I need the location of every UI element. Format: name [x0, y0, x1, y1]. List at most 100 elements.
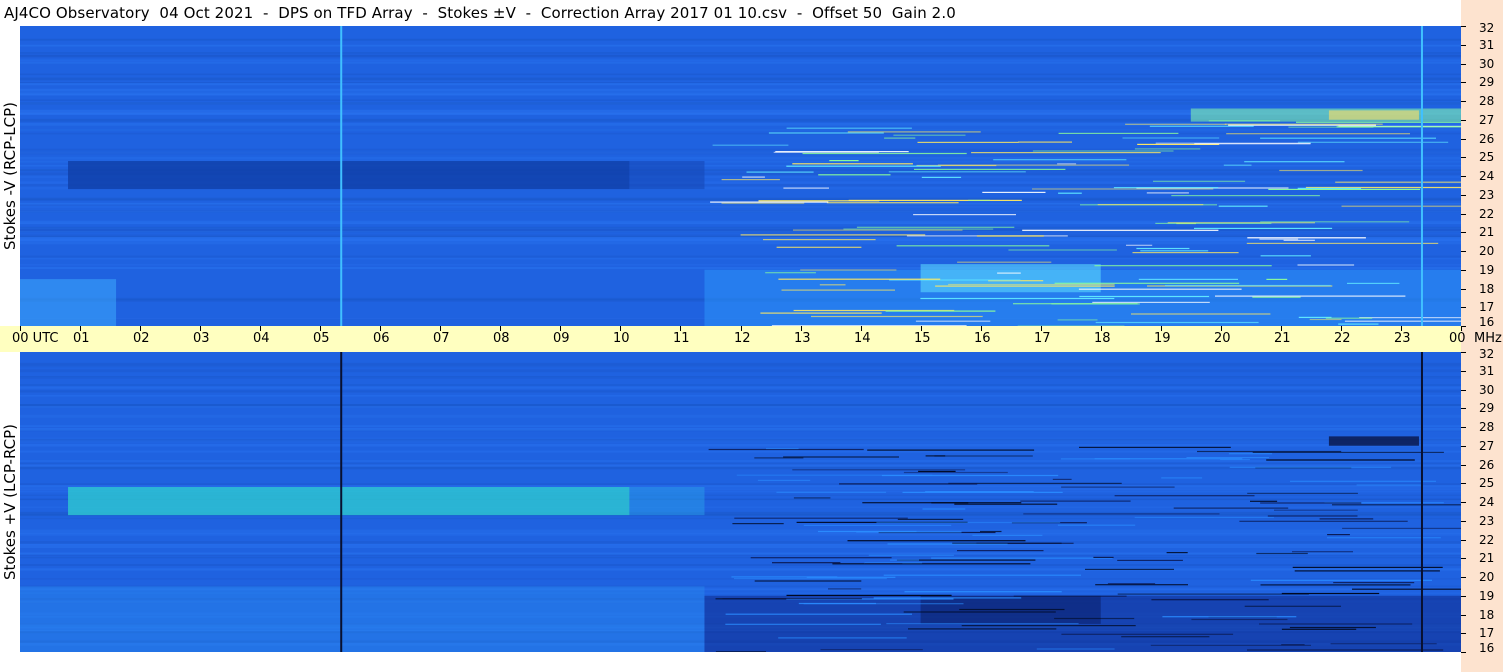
texture-row	[20, 427, 1461, 431]
time-tick-label: 16	[974, 331, 991, 346]
texture-row	[20, 255, 1461, 257]
interference-streak	[1252, 451, 1444, 453]
frequency-tick-mark	[1461, 195, 1466, 196]
interference-streak	[1260, 502, 1362, 504]
interference-streak	[847, 540, 1026, 542]
interference-streak	[1244, 605, 1341, 607]
spectrogram-svg	[20, 26, 1461, 326]
interference-streak	[934, 455, 1033, 457]
frequency-tick-label: 16	[1479, 315, 1495, 329]
time-tick-label: 01	[73, 331, 90, 346]
emission-band	[20, 279, 117, 326]
interference-streak	[1061, 633, 1234, 635]
chart-title: AJ4CO Observatory 04 Oct 2021 - DPS on T…	[4, 4, 956, 22]
texture-row	[20, 364, 1461, 368]
time-tick-label: 21	[1274, 331, 1291, 346]
interference-streak	[811, 315, 983, 318]
interference-streak	[993, 159, 1127, 161]
interference-streak	[721, 202, 805, 204]
interference-streak	[1117, 559, 1183, 561]
interference-streak	[1186, 457, 1269, 459]
frequency-tick-label: 30	[1479, 57, 1495, 71]
interference-streak	[843, 228, 994, 230]
interference-streak	[1342, 527, 1461, 529]
texture-row	[20, 148, 1461, 151]
interference-streak	[1224, 123, 1383, 125]
vertical-interference-line	[340, 352, 343, 652]
interference-streak	[884, 137, 916, 139]
time-tick-label: 12	[734, 331, 751, 346]
interference-streak	[957, 550, 1044, 552]
interference-streak	[778, 278, 941, 280]
interference-streak	[1092, 301, 1210, 303]
texture-row	[20, 99, 1461, 102]
frequency-tick-mark	[1461, 427, 1466, 428]
interference-streak	[959, 608, 1065, 611]
interference-streak	[890, 559, 919, 561]
frequency-tick-label: 17	[1479, 626, 1495, 640]
texture-row	[20, 61, 1461, 64]
frequency-tick-label: 22	[1479, 207, 1495, 221]
interference-streak	[732, 523, 784, 525]
texture-row	[20, 534, 1461, 536]
time-tick-label: 11	[673, 331, 690, 346]
interference-streak	[803, 524, 952, 526]
interference-streak	[1191, 618, 1288, 621]
time-tick-label: 17	[1034, 331, 1051, 346]
texture-row	[20, 237, 1461, 239]
interference-streak	[873, 597, 1022, 599]
interference-streak	[1247, 649, 1444, 651]
interference-streak	[1161, 477, 1203, 479]
frequency-tick-mark	[1461, 577, 1466, 578]
interference-streak	[1155, 142, 1311, 144]
interference-streak	[746, 171, 814, 173]
texture-row	[20, 564, 1461, 566]
interference-streak	[1061, 486, 1175, 488]
time-tick-label: 04	[253, 331, 270, 346]
frequency-tick-label: 24	[1479, 495, 1495, 509]
emission-band	[68, 487, 630, 516]
interference-streak	[763, 239, 876, 241]
bottom-panel-ylabel-box: Stokes +V (LCP-RCP)	[0, 352, 20, 652]
top-panel-ylabel: Stokes -V (RCP-LCP)	[1, 102, 19, 250]
texture-row	[20, 554, 1461, 557]
frequency-tick-label: 18	[1479, 608, 1495, 622]
interference-streak	[786, 165, 941, 167]
interference-streak	[820, 649, 923, 651]
interference-streak	[1085, 568, 1174, 570]
interference-streak	[750, 557, 892, 559]
frequency-tick-mark	[1461, 446, 1466, 447]
interference-streak	[1020, 500, 1131, 502]
frequency-tick-label: 25	[1479, 150, 1495, 164]
interference-streak	[1126, 244, 1153, 246]
interference-streak	[1359, 317, 1461, 319]
emission-band	[20, 586, 705, 652]
interference-streak	[1259, 623, 1413, 625]
interference-streak	[734, 578, 887, 580]
time-tick-label: 07	[433, 331, 450, 346]
interference-streak	[710, 201, 829, 203]
interference-streak	[731, 576, 838, 578]
frequency-tick-label: 19	[1479, 589, 1495, 603]
texture-row	[20, 54, 1461, 58]
interference-streak	[915, 320, 991, 322]
frequency-tick-mark	[1461, 270, 1466, 271]
texture-row	[20, 52, 1461, 54]
interference-streak	[1274, 509, 1358, 511]
frequency-tick-label: 20	[1479, 244, 1495, 258]
interference-streak	[1292, 566, 1443, 568]
frequency-tick-label: 19	[1479, 263, 1495, 277]
frequency-tick-label: 31	[1479, 38, 1495, 52]
interference-streak	[1229, 466, 1392, 468]
emission-band	[629, 161, 705, 190]
frequency-tick-mark	[1461, 326, 1466, 327]
interference-streak	[765, 272, 816, 274]
interference-streak	[982, 191, 1046, 193]
interference-streak	[1226, 133, 1410, 135]
frequency-tick-label: 28	[1479, 420, 1495, 434]
texture-row	[20, 238, 1461, 242]
interference-streak	[725, 613, 912, 615]
interference-streak	[1165, 284, 1331, 287]
interference-streak	[778, 637, 907, 639]
interference-streak	[793, 497, 831, 499]
